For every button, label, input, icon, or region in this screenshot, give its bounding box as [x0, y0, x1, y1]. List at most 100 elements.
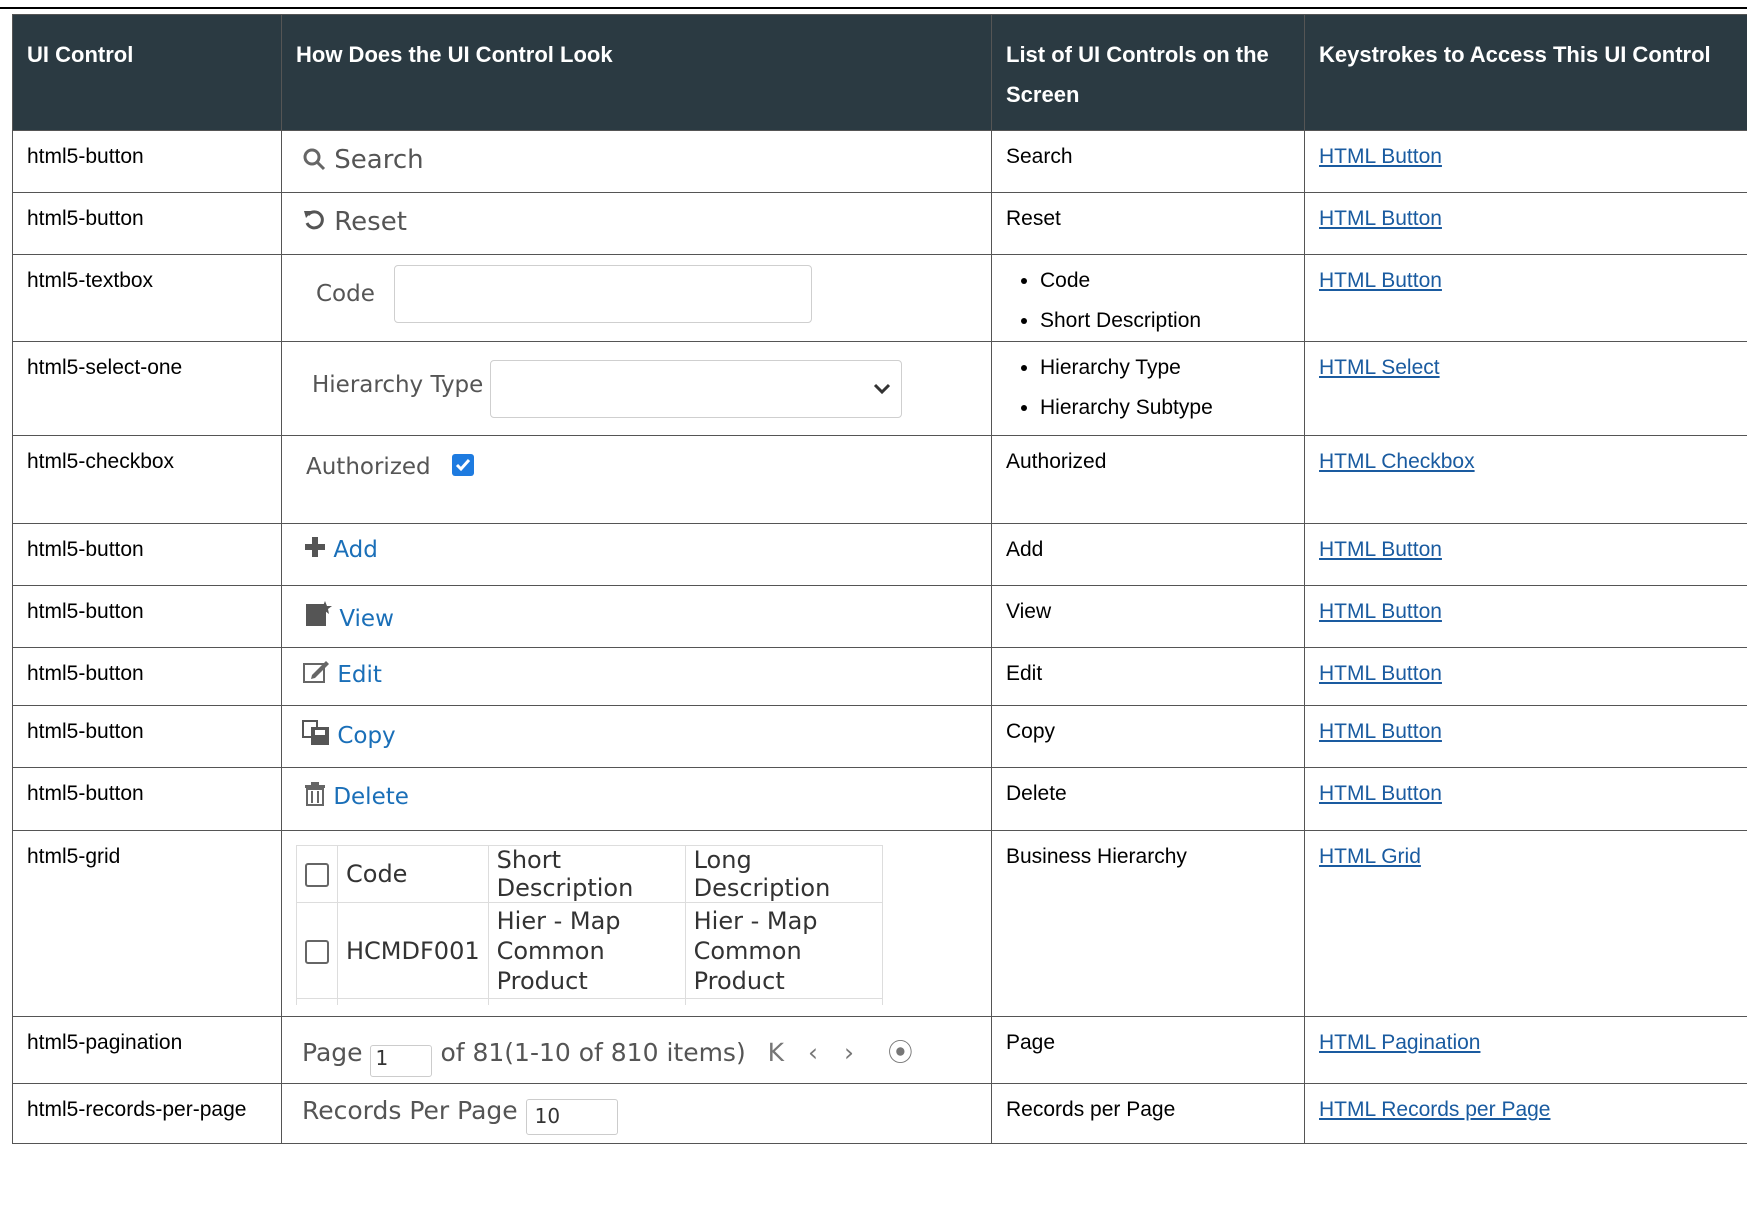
- screen-control-item: Hierarchy Subtype: [1040, 388, 1290, 428]
- html-pagination-link[interactable]: HTML Pagination: [1319, 1031, 1480, 1054]
- html-grid-link[interactable]: HTML Grid: [1319, 845, 1421, 868]
- view-icon: [306, 601, 332, 626]
- first-page-icon[interactable]: K: [768, 1038, 784, 1067]
- keystroke-cell: HTML Button: [1304, 647, 1747, 706]
- html-button-link[interactable]: HTML Button: [1319, 782, 1442, 805]
- business-hierarchy-grid: Code Short Description Long Description …: [296, 845, 883, 1005]
- screen-controls: View: [991, 585, 1305, 648]
- screen-control-item: Edit: [1006, 662, 1043, 685]
- header-ui-control: UI Control: [12, 14, 282, 131]
- grid-look: Code Short Description Long Description …: [296, 845, 946, 1005]
- edit-button-look[interactable]: Edit: [302, 660, 382, 688]
- look-cell: Code: [281, 254, 992, 342]
- screen-controls: Authorized: [991, 435, 1305, 524]
- check-icon: [455, 459, 471, 472]
- keystroke-cell: HTML Button: [1304, 767, 1747, 831]
- grid-cell-long-line: Hier - Map: [693, 906, 818, 935]
- look-cell: Hierarchy Type: [281, 341, 992, 436]
- header-keystrokes: Keystrokes to Access This UI Control: [1304, 14, 1747, 131]
- records-per-page-label: Records Per Page: [302, 1096, 518, 1125]
- prev-page-icon[interactable]: ‹: [808, 1038, 818, 1067]
- search-label: Search: [334, 145, 424, 175]
- table-row: html5-button View View HTML Button: [12, 585, 1747, 648]
- screen-control-item: Authorized: [1006, 450, 1107, 473]
- screen-control-item: Hierarchy Type: [1040, 348, 1290, 388]
- grid-cell-short-line: Common: [496, 936, 605, 965]
- table-row: html5-button Search Search HTML Button: [12, 130, 1747, 193]
- look-cell: Code Short Description Long Description …: [281, 830, 992, 1017]
- row-checkbox[interactable]: [305, 939, 329, 964]
- edit-label: Edit: [337, 662, 382, 688]
- table-row: html5-pagination Page 1 of 81(1-10 of 81…: [12, 1016, 1747, 1084]
- select-all-checkbox[interactable]: [305, 863, 329, 887]
- html-button-link[interactable]: HTML Button: [1319, 269, 1442, 292]
- control-name: html5-textbox: [12, 254, 282, 342]
- html-records-per-page-link[interactable]: HTML Records per Page: [1319, 1098, 1550, 1121]
- look-cell: Page 1 of 81(1-10 of 810 items) K ‹ › ⦿: [281, 1016, 992, 1084]
- code-field[interactable]: [394, 265, 812, 323]
- delete-button-look[interactable]: Delete: [304, 782, 409, 810]
- trash-icon: [305, 782, 325, 806]
- copy-button-look[interactable]: Copy: [302, 720, 396, 749]
- search-icon: [303, 148, 326, 171]
- hierarchy-type-label: Hierarchy Type: [312, 372, 484, 398]
- control-name: html5-pagination: [12, 1016, 282, 1084]
- table-row: html5-button Add Add HTML Button: [12, 523, 1747, 586]
- html-button-link[interactable]: HTML Button: [1319, 538, 1442, 561]
- control-name: html5-button: [12, 192, 282, 255]
- html-button-link[interactable]: HTML Button: [1319, 600, 1442, 623]
- keystroke-cell: HTML Button: [1304, 130, 1747, 193]
- copy-icon: [302, 720, 329, 745]
- keystroke-cell: HTML Select: [1304, 341, 1747, 436]
- keystroke-cell: HTML Grid: [1304, 830, 1747, 1017]
- html-button-link[interactable]: HTML Button: [1319, 207, 1442, 230]
- grid-col-code[interactable]: Code: [337, 845, 489, 903]
- html-select-link[interactable]: HTML Select: [1319, 356, 1440, 379]
- control-name: html5-button: [12, 130, 282, 193]
- page-input[interactable]: 1: [370, 1045, 433, 1077]
- table-row: html5-textbox Code Code Short Descriptio…: [12, 254, 1747, 342]
- header-look: How Does the UI Control Look: [281, 14, 992, 131]
- page-of-total: of 81: [440, 1038, 505, 1067]
- html-button-link[interactable]: HTML Button: [1319, 662, 1442, 685]
- screen-control-item: Code: [1040, 261, 1290, 301]
- control-name: html5-select-one: [12, 341, 282, 436]
- screen-controls: Search: [991, 130, 1305, 193]
- add-label: Add: [333, 537, 378, 563]
- table-row: html5-select-one Hierarchy Type Hierarch…: [12, 341, 1747, 436]
- screen-controls: Page: [991, 1016, 1305, 1084]
- grid-row[interactable]: HCMDF001 Hier - Map Common Product Hier …: [296, 902, 883, 999]
- authorized-checkbox[interactable]: [452, 454, 474, 476]
- screen-control-item: Search: [1006, 145, 1073, 168]
- next-page-icon[interactable]: ›: [844, 1038, 854, 1067]
- keystroke-cell: HTML Checkbox: [1304, 435, 1747, 524]
- screen-controls: Reset: [991, 192, 1305, 255]
- records-per-page-input[interactable]: 10: [525, 1099, 618, 1135]
- screen-control-item: Reset: [1006, 207, 1061, 230]
- keystroke-cell: HTML Button: [1304, 192, 1747, 255]
- chevron-down-icon: [873, 383, 891, 395]
- header-row: UI Control How Does the UI Control Look …: [12, 14, 1747, 131]
- screen-controls: Delete: [991, 767, 1305, 831]
- hierarchy-type-select[interactable]: [490, 360, 902, 418]
- view-button-look[interactable]: View: [304, 600, 394, 632]
- screen-controls: Copy: [991, 705, 1305, 768]
- html-button-link[interactable]: HTML Button: [1319, 720, 1442, 743]
- grid-col-long-description[interactable]: Long Description: [684, 845, 883, 903]
- add-button-look[interactable]: Add: [304, 536, 378, 563]
- html-checkbox-link[interactable]: HTML Checkbox: [1319, 450, 1475, 473]
- search-button-look[interactable]: Search: [302, 145, 424, 175]
- items-range: (1-10 of 810 items): [504, 1038, 746, 1067]
- last-page-icon[interactable]: ⦿: [888, 1038, 913, 1067]
- reset-button-look[interactable]: Reset: [302, 207, 407, 237]
- screen-control-item: Copy: [1006, 720, 1056, 743]
- html-button-link[interactable]: HTML Button: [1319, 145, 1442, 168]
- control-name: html5-grid: [12, 830, 282, 1017]
- edit-icon: [303, 661, 329, 683]
- code-field-label: Code: [316, 281, 375, 307]
- grid-cell-short-line: Hier - Map: [496, 906, 621, 935]
- grid-cell-code: HCMDF001: [337, 902, 489, 999]
- screen-control-item: Records per Page: [1006, 1098, 1176, 1121]
- grid-col-short-description[interactable]: Short Description: [487, 845, 686, 903]
- reset-icon: [304, 210, 324, 230]
